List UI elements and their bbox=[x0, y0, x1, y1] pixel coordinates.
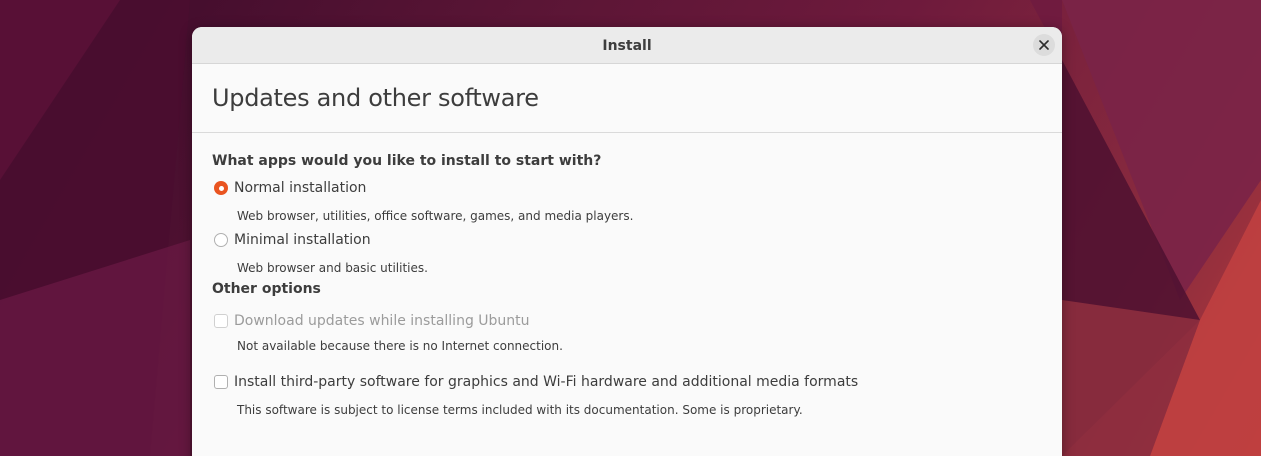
download-updates-option: Download updates while installing Ubuntu bbox=[214, 313, 530, 329]
minimal-installation-option[interactable]: Minimal installation bbox=[214, 232, 371, 248]
normal-installation-description: Web browser, utilities, office software,… bbox=[237, 209, 634, 223]
other-options-heading: Other options bbox=[212, 281, 321, 297]
download-updates-description: Not available because there is no Intern… bbox=[237, 339, 563, 353]
close-icon bbox=[1039, 40, 1049, 50]
download-updates-checkbox bbox=[214, 314, 228, 328]
third-party-software-description: This software is subject to license term… bbox=[237, 403, 803, 417]
apps-question: What apps would you like to install to s… bbox=[212, 153, 602, 169]
page-title: Updates and other software bbox=[212, 84, 539, 112]
window-title: Install bbox=[602, 38, 652, 54]
normal-installation-label[interactable]: Normal installation bbox=[234, 180, 366, 196]
third-party-software-option[interactable]: Install third-party software for graphic… bbox=[214, 374, 858, 390]
page-header: Updates and other software bbox=[192, 64, 1062, 133]
close-button[interactable] bbox=[1033, 34, 1055, 56]
download-updates-label: Download updates while installing Ubuntu bbox=[234, 313, 530, 329]
minimal-installation-label[interactable]: Minimal installation bbox=[234, 232, 371, 248]
minimal-installation-description: Web browser and basic utilities. bbox=[237, 261, 428, 275]
window-titlebar[interactable]: Install bbox=[192, 27, 1062, 64]
minimal-installation-radio[interactable] bbox=[214, 233, 228, 247]
third-party-software-checkbox[interactable] bbox=[214, 375, 228, 389]
normal-installation-radio[interactable] bbox=[214, 181, 228, 195]
desktop-background: Install Updates and other software What … bbox=[0, 0, 1261, 456]
third-party-software-label[interactable]: Install third-party software for graphic… bbox=[234, 374, 858, 390]
install-window: Install Updates and other software What … bbox=[192, 27, 1062, 456]
normal-installation-option[interactable]: Normal installation bbox=[214, 180, 366, 196]
